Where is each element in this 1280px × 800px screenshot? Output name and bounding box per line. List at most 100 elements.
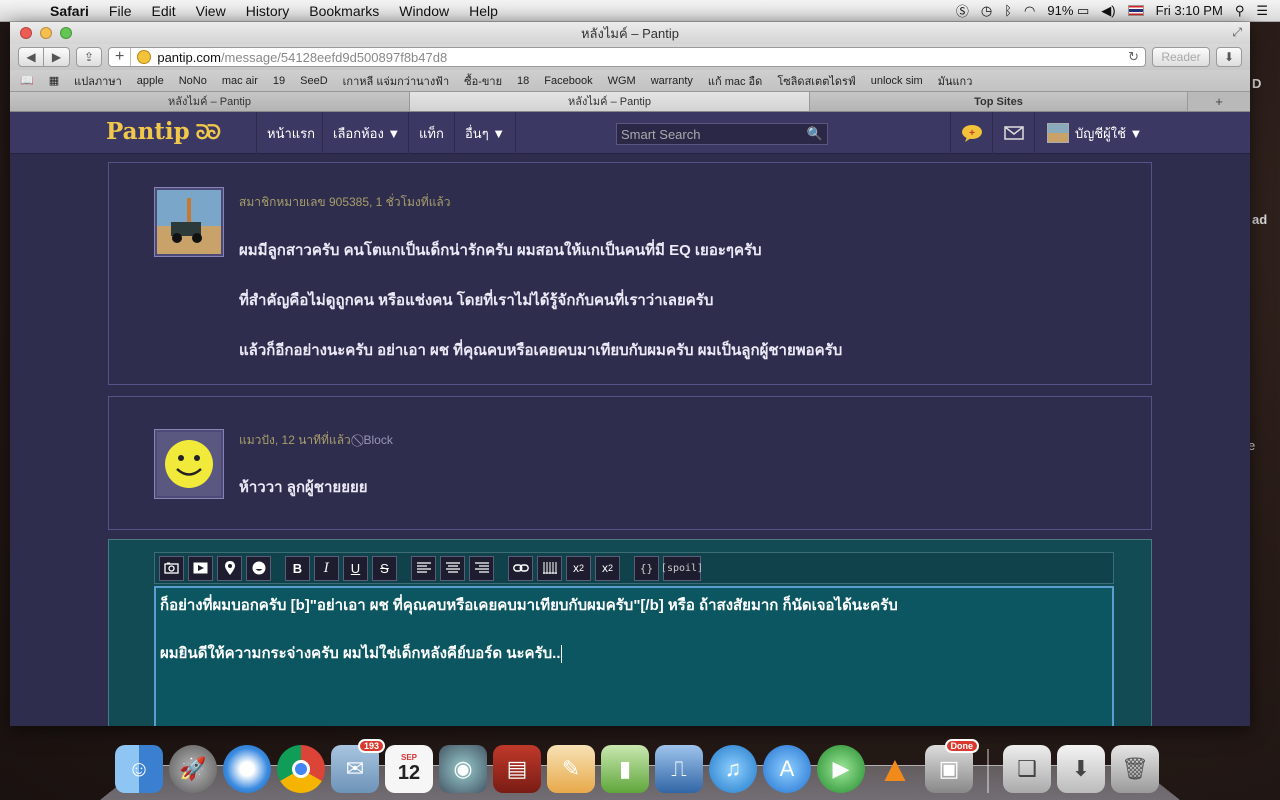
close-window-button[interactable] bbox=[20, 27, 32, 39]
media-player-icon[interactable]: ▶ bbox=[817, 745, 865, 793]
bookmark-item[interactable]: เกาหลี แจ่มกว่านางฟ้า bbox=[343, 72, 449, 90]
tab-pantip-2[interactable]: หลังไมค์ – Pantip bbox=[410, 92, 810, 111]
insert-image-icon[interactable] bbox=[159, 555, 184, 581]
nav-tags[interactable]: แท็ก bbox=[408, 112, 454, 154]
tab-top-sites[interactable]: Top Sites bbox=[810, 92, 1188, 111]
menu-history[interactable]: History bbox=[236, 3, 300, 19]
battery-status[interactable]: 91% ▭ bbox=[1047, 3, 1089, 19]
facetime-icon[interactable]: ◉ bbox=[439, 745, 487, 793]
menu-file[interactable]: File bbox=[99, 3, 142, 19]
mail-icon[interactable]: ✉ 193 bbox=[331, 739, 385, 793]
vmware-fusion-icon[interactable]: ▣ Done bbox=[925, 739, 979, 793]
pantip-logo[interactable]: Pantip ᘐᘐ bbox=[106, 118, 221, 145]
zoom-window-button[interactable] bbox=[60, 27, 72, 39]
insert-table-icon[interactable] bbox=[537, 555, 562, 581]
bookmark-item[interactable]: unlock sim bbox=[871, 75, 923, 87]
menu-edit[interactable]: Edit bbox=[141, 3, 185, 19]
volume-icon[interactable]: ◀) bbox=[1101, 3, 1115, 19]
strikethrough-button[interactable]: S bbox=[372, 555, 397, 581]
search-input[interactable] bbox=[621, 126, 807, 142]
menu-view[interactable]: View bbox=[186, 3, 236, 19]
bookmark-item[interactable]: Facebook bbox=[544, 75, 592, 87]
align-right-icon[interactable] bbox=[469, 555, 494, 581]
bookmark-item[interactable]: 19 bbox=[273, 75, 285, 87]
menu-help[interactable]: Help bbox=[459, 3, 508, 19]
reader-button[interactable]: Reader bbox=[1152, 47, 1210, 67]
search-icon[interactable]: 🔍 bbox=[807, 126, 823, 142]
insert-emoticon-icon[interactable] bbox=[246, 555, 271, 581]
reading-list-icon[interactable]: 📖 bbox=[20, 74, 34, 87]
superscript-icon[interactable]: x2 bbox=[566, 555, 591, 581]
italic-button[interactable]: I bbox=[314, 555, 339, 581]
insert-video-icon[interactable] bbox=[188, 555, 213, 581]
new-tab-icon[interactable]: + bbox=[1188, 92, 1250, 111]
forward-button[interactable]: ▶ bbox=[44, 47, 70, 67]
menu-clock[interactable]: Fri 3:10 PM bbox=[1156, 3, 1223, 18]
numbers-icon[interactable]: ▮ bbox=[601, 745, 649, 793]
menu-window[interactable]: Window bbox=[389, 3, 459, 19]
bookmark-item[interactable]: SeeD bbox=[300, 75, 328, 87]
insert-link-icon[interactable] bbox=[508, 555, 533, 581]
back-button[interactable]: ◀ bbox=[18, 47, 44, 67]
code-button[interactable]: {} bbox=[634, 555, 659, 581]
keynote-icon[interactable]: ⎍ bbox=[655, 745, 703, 793]
notification-center-icon[interactable]: ☰ bbox=[1256, 3, 1268, 19]
bold-button[interactable]: B bbox=[285, 555, 310, 581]
vlc-icon[interactable]: ▲ bbox=[871, 745, 919, 793]
documents-stack-icon[interactable]: ❑ bbox=[1003, 745, 1051, 793]
address-bar[interactable]: + pantip.com /message/54128eefd9d500897f… bbox=[108, 47, 1146, 67]
share-button[interactable]: ⇪ bbox=[76, 47, 102, 67]
avatar[interactable] bbox=[154, 429, 224, 499]
chrome-icon[interactable] bbox=[277, 745, 325, 793]
photo-booth-icon[interactable]: ▤ bbox=[493, 745, 541, 793]
menu-bookmarks[interactable]: Bookmarks bbox=[299, 3, 389, 19]
wifi-icon[interactable]: ◠ bbox=[1024, 3, 1035, 19]
bookmark-item[interactable]: apple bbox=[137, 75, 164, 87]
input-source-flag-icon[interactable] bbox=[1127, 5, 1144, 16]
chat-icon[interactable]: + bbox=[950, 112, 992, 154]
bookmark-item[interactable]: แก้ mac อืด bbox=[708, 72, 762, 90]
spoiler-button[interactable]: [spoil] bbox=[661, 555, 703, 581]
bookmark-item[interactable]: แปลภาษา bbox=[74, 72, 122, 90]
skype-status-icon[interactable]: Ⓢ bbox=[956, 1, 969, 20]
nav-home[interactable]: หน้าแรก bbox=[256, 112, 325, 154]
subscript-icon[interactable]: x2 bbox=[595, 555, 620, 581]
menu-app[interactable]: Safari bbox=[40, 3, 99, 19]
bookmark-item[interactable]: WGM bbox=[608, 75, 636, 87]
nav-more[interactable]: อื่นๆ ▼ bbox=[454, 112, 517, 154]
finder-icon[interactable]: ☺ bbox=[115, 745, 163, 793]
bluetooth-icon[interactable]: ᛒ bbox=[1004, 3, 1012, 18]
tab-pantip-1[interactable]: หลังไมค์ – Pantip bbox=[10, 92, 410, 111]
bookmark-item[interactable]: ซื้อ-ขาย bbox=[464, 72, 502, 90]
align-left-icon[interactable] bbox=[411, 555, 436, 581]
reply-textarea[interactable]: ก็อย่างที่ผมบอกครับ [b]"อย่าเอา ผช ที่คุ… bbox=[154, 586, 1114, 726]
spotlight-icon[interactable]: ⚲ bbox=[1235, 3, 1245, 19]
pages-icon[interactable]: ✎ bbox=[547, 745, 595, 793]
mail-icon[interactable] bbox=[992, 112, 1034, 154]
reload-icon[interactable]: ↻ bbox=[1128, 49, 1139, 65]
time-machine-icon[interactable]: ◷ bbox=[981, 3, 992, 19]
nav-choose-room[interactable]: เลือกห้อง ▼ bbox=[322, 112, 410, 154]
bookmark-item[interactable]: มันแกว bbox=[938, 72, 973, 90]
bookmark-item[interactable]: warranty bbox=[651, 75, 693, 87]
minimize-window-button[interactable] bbox=[40, 27, 52, 39]
trash-icon[interactable]: 🗑 bbox=[1111, 745, 1159, 793]
launchpad-icon[interactable]: 🚀 bbox=[169, 745, 217, 793]
downloads-button[interactable]: ⬇ bbox=[1216, 47, 1242, 67]
account-menu[interactable]: บัญชีผู้ใช้ ▼ bbox=[1034, 112, 1142, 154]
downloads-stack-icon[interactable]: ⬇ bbox=[1057, 745, 1105, 793]
add-bookmark-icon[interactable]: + bbox=[115, 48, 132, 66]
calendar-icon[interactable]: SEP 12 bbox=[385, 745, 433, 793]
app-store-icon[interactable]: A bbox=[763, 745, 811, 793]
top-sites-grid-icon[interactable]: ▦ bbox=[49, 74, 59, 87]
underline-button[interactable]: U bbox=[343, 555, 368, 581]
bookmark-item[interactable]: mac air bbox=[222, 75, 258, 87]
block-button[interactable]: ⃠ Block bbox=[360, 433, 392, 447]
bookmark-item[interactable]: NoNo bbox=[179, 75, 207, 87]
avatar[interactable] bbox=[154, 187, 224, 257]
bookmark-item[interactable]: 18 bbox=[517, 75, 529, 87]
bookmark-item[interactable]: โซลิดสเตตไดรฟ์ bbox=[777, 72, 855, 90]
fullscreen-icon[interactable]: ⤢ bbox=[1232, 25, 1242, 40]
align-center-icon[interactable] bbox=[440, 555, 465, 581]
safari-icon[interactable]: ✦ bbox=[223, 745, 271, 793]
